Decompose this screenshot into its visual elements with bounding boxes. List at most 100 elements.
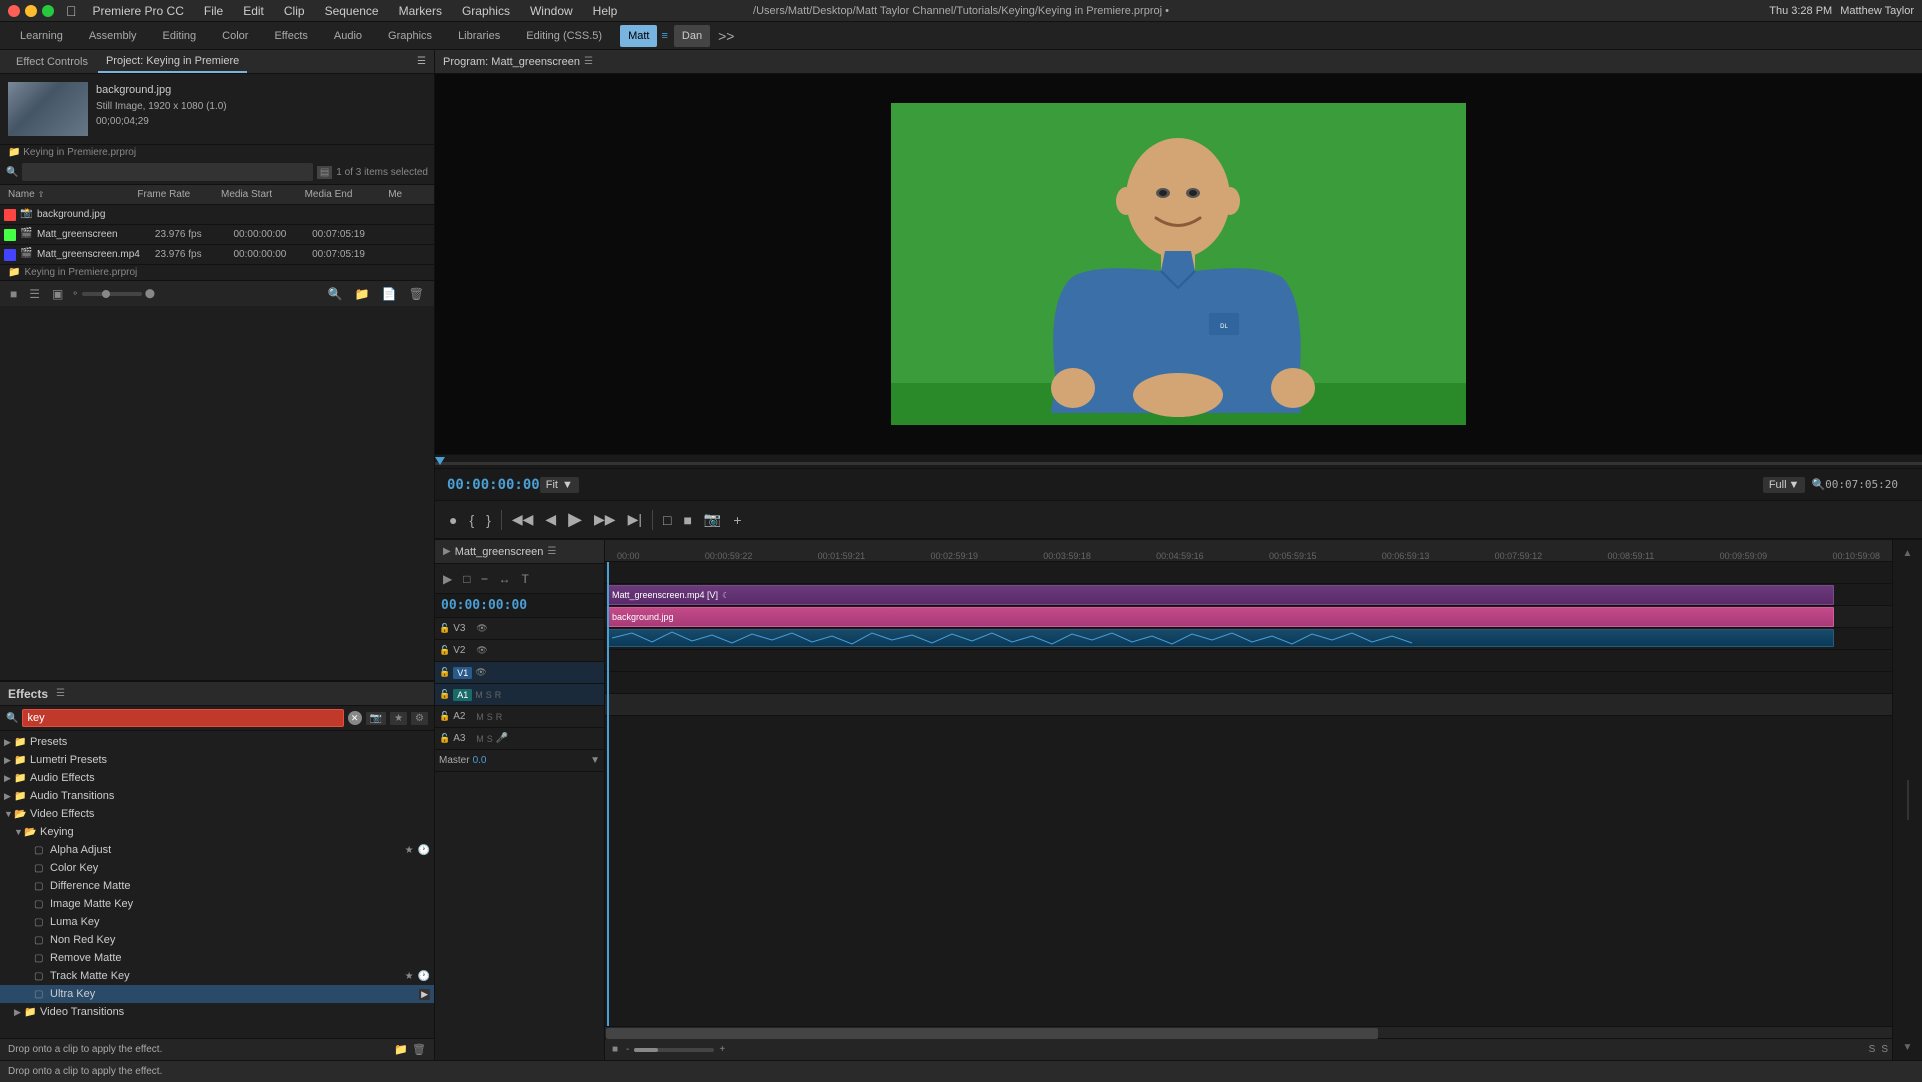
timeline-v1-track[interactable]: background.jpg — [605, 606, 1892, 628]
tab-color[interactable]: Color — [210, 24, 260, 48]
tab-libraries[interactable]: Libraries — [446, 24, 512, 48]
monitor-playhead-area[interactable] — [435, 454, 1922, 468]
mark-in-button[interactable]: { — [463, 506, 480, 534]
project-search-input[interactable] — [22, 163, 312, 181]
tab-project[interactable]: Project: Keying in Premiere — [98, 51, 247, 73]
select-tool[interactable]: ▶ — [439, 570, 456, 588]
icon-view-button[interactable]: ▣ — [48, 284, 67, 304]
menu-window[interactable]: Window — [526, 4, 577, 18]
add-marker-button[interactable]: ● — [443, 506, 463, 534]
tree-color-key[interactable]: ▢ Color Key — [0, 859, 434, 877]
timeline-a3-track[interactable] — [605, 672, 1892, 694]
tree-remove-matte[interactable]: ▢ Remove Matte — [0, 949, 434, 967]
tree-keying[interactable]: ▼ 📂 Keying — [0, 823, 434, 841]
table-row[interactable]: 📸 background.jpg — [0, 205, 434, 225]
rp-button-top[interactable]: ▲ — [1896, 544, 1920, 562]
tree-luma-key[interactable]: ▢ Luma Key — [0, 913, 434, 931]
tree-lumetri-presets[interactable]: ▶ 📁 Lumetri Presets — [0, 751, 434, 769]
tree-audio-effects[interactable]: ▶ 📁 Audio Effects — [0, 769, 434, 787]
menu-premiere[interactable]: Premiere Pro CC — [89, 4, 188, 18]
table-row[interactable]: 🎬 Matt_greenscreen.mp4 23.976 fps 00:00:… — [0, 245, 434, 265]
timecode-display[interactable]: 00:00:00:00 — [447, 477, 540, 493]
track-record-button[interactable]: R — [495, 690, 502, 700]
track-solo-button[interactable]: S — [486, 690, 492, 700]
track-visibility-button[interactable]: 👁 — [475, 667, 486, 678]
effects-delete-button[interactable]: 🗑 — [412, 1043, 426, 1056]
search-button[interactable]: 🔍 — [324, 284, 347, 304]
clip-matt-greenscreen-v[interactable]: Matt_greenscreen.mp4 [V] ☾ — [607, 585, 1834, 605]
track-lock-button[interactable]: 🔓 — [439, 623, 450, 634]
table-row[interactable]: 🎬 Matt_greenscreen 23.976 fps 00:00:00:0… — [0, 225, 434, 245]
menu-clip[interactable]: Clip — [280, 4, 309, 18]
tree-ultra-key[interactable]: ▢ Ultra Key ▶ — [0, 985, 434, 1003]
menu-help[interactable]: Help — [589, 4, 622, 18]
tab-learning[interactable]: Learning — [8, 24, 75, 48]
traffic-lights[interactable] — [8, 5, 54, 17]
tree-track-matte-key[interactable]: ▢ Track Matte Key ★ 🕐 — [0, 967, 434, 985]
track-lock-button[interactable]: 🔓 — [439, 645, 450, 656]
tree-alpha-adjust[interactable]: ▢ Alpha Adjust ★ 🕐 — [0, 841, 434, 859]
delete-button[interactable]: 🗑 — [405, 284, 428, 304]
close-button[interactable] — [8, 5, 20, 17]
tab-editing-css[interactable]: Editing (CSS.5) — [514, 24, 614, 48]
monitor-menu-icon[interactable]: ☰ — [584, 56, 593, 67]
effects-toolbar-icon3[interactable]: ⚙ — [411, 712, 428, 725]
timeline-tab[interactable]: Matt_greenscreen — [455, 546, 544, 558]
search-grid-icon[interactable]: ▤ — [317, 166, 332, 179]
effects-search-input[interactable] — [22, 709, 343, 727]
step-back-button[interactable]: ◀ — [539, 506, 562, 534]
timeline-zoom-slider[interactable] — [634, 1048, 714, 1052]
tab-user-dan[interactable]: Dan — [674, 25, 710, 47]
menu-edit[interactable]: Edit — [239, 4, 268, 18]
new-item-button[interactable]: 📄 — [378, 284, 401, 304]
list-view-button[interactable]: ☰ — [25, 284, 44, 304]
overwrite-button[interactable]: ■ — [677, 506, 697, 534]
track-record-button[interactable]: R — [496, 712, 503, 722]
timeline-v2-track[interactable]: Matt_greenscreen.mp4 [V] ☾ — [605, 584, 1892, 606]
panel-menu-icon[interactable]: ☰ — [417, 56, 426, 67]
track-mic-button[interactable]: 🎤 — [496, 733, 508, 744]
insert-button[interactable]: □ — [657, 506, 677, 534]
tree-audio-transitions[interactable]: ▶ 📁 Audio Transitions — [0, 787, 434, 805]
track-visibility-button[interactable]: 👁 — [476, 623, 487, 634]
razor-tool[interactable]: ⎯ — [477, 569, 491, 588]
button-plus[interactable]: + — [727, 506, 747, 534]
menu-file[interactable]: File — [200, 4, 227, 18]
tree-non-red-key[interactable]: ▢ Non Red Key — [0, 931, 434, 949]
menu-sequence[interactable]: Sequence — [321, 4, 383, 18]
effects-toolbar-icon2[interactable]: ★ — [390, 712, 407, 725]
fit-dropdown[interactable]: Fit ▼ — [540, 477, 579, 493]
zoom-slider[interactable] — [82, 292, 142, 296]
tab-effects[interactable]: Effects — [262, 24, 319, 48]
track-mute-button[interactable]: M — [476, 734, 484, 744]
timeline-master-track[interactable] — [605, 694, 1892, 716]
minimize-button[interactable] — [25, 5, 37, 17]
tree-video-effects[interactable]: ▼ 📂 Video Effects — [0, 805, 434, 823]
text-tool[interactable]: T — [518, 570, 533, 588]
timeline-a1-track[interactable] — [605, 628, 1892, 650]
tree-video-transitions[interactable]: ▶ 📁 Video Transitions — [0, 1003, 434, 1021]
go-to-in-button[interactable]: ◀◀ — [506, 506, 540, 534]
ripple-tool[interactable]: □ — [459, 570, 474, 588]
track-lock-button[interactable]: 🔓 — [439, 689, 450, 700]
master-expand-button[interactable]: ▼ — [590, 755, 600, 766]
folder-button[interactable]: 📁 — [351, 284, 374, 304]
menu-graphics[interactable]: Graphics — [458, 4, 514, 18]
new-bin-button[interactable]: ■ — [6, 284, 21, 304]
tab-assembly[interactable]: Assembly — [77, 24, 149, 48]
track-visibility-button[interactable]: 👁 — [476, 645, 487, 656]
slip-tool[interactable]: ↔ — [495, 570, 515, 588]
scrollbar-thumb[interactable] — [606, 1028, 1378, 1039]
tab-editing[interactable]: Editing — [151, 24, 209, 48]
go-to-out-button[interactable]: ▶| — [622, 506, 648, 534]
timeline-v3-track[interactable] — [605, 562, 1892, 584]
tree-presets[interactable]: ▶ 📁 Presets — [0, 733, 434, 751]
rp-button-bottom[interactable]: ▼ — [1896, 1038, 1920, 1056]
export-frame-button[interactable]: 📷 — [698, 506, 727, 534]
timeline-a2-track[interactable] — [605, 650, 1892, 672]
timeline-menu-icon[interactable]: ☰ — [547, 546, 556, 557]
track-lock-button[interactable]: 🔓 — [439, 733, 450, 744]
play-button[interactable]: ▶ — [562, 506, 588, 534]
clip-background-jpg[interactable]: background.jpg — [607, 607, 1834, 627]
mark-out-button[interactable]: } — [480, 506, 497, 534]
